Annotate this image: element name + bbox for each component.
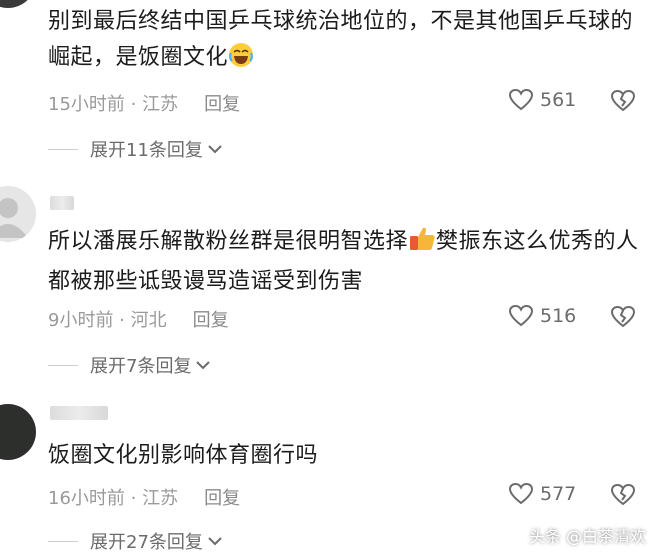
- like-count: 577: [540, 483, 577, 505]
- expand-replies-button[interactable]: 展开11条回复: [48, 136, 223, 162]
- chevron-down-icon: [208, 537, 222, 546]
- timestamp: 9小时前: [48, 310, 114, 331]
- like-button[interactable]: 516: [508, 304, 576, 328]
- dislike-button[interactable]: [610, 483, 636, 511]
- avatar[interactable]: [0, 186, 36, 242]
- expand-replies-button[interactable]: 展开7条回复: [48, 352, 211, 378]
- heart-icon: [508, 304, 534, 327]
- like-button[interactable]: 577: [508, 482, 576, 506]
- heart-icon: [508, 88, 534, 111]
- timestamp: 16小时前: [48, 488, 125, 509]
- comment-text: 所以潘展乐解散粉丝群是很明智选择 樊振东这么优秀的人都被那些诋毁谩骂造谣受到伤害: [48, 224, 643, 300]
- reply-button[interactable]: 回复: [204, 94, 240, 115]
- timestamp: 15小时前: [48, 94, 125, 115]
- comment-meta: 9小时前 · 河北 回复: [48, 310, 229, 331]
- default-avatar-icon: [0, 198, 28, 238]
- comment-meta: 16小时前 · 江苏 回复: [48, 488, 241, 509]
- reply-button[interactable]: 回复: [193, 310, 229, 331]
- like-button[interactable]: 561: [508, 88, 576, 112]
- dislike-button[interactable]: [610, 305, 636, 333]
- expand-replies-button[interactable]: 展开27条回复: [48, 528, 223, 554]
- location: 江苏: [142, 488, 179, 509]
- reply-button[interactable]: 回复: [204, 488, 240, 509]
- comment-meta: 15小时前 · 江苏 回复: [48, 94, 241, 115]
- watermark: 头条 @白茶清欢: [528, 527, 646, 546]
- like-count: 516: [540, 305, 577, 327]
- location: 江苏: [142, 94, 179, 115]
- thumbs-up-icon: [408, 224, 436, 264]
- username-redacted[interactable]: [50, 196, 74, 210]
- location: 河北: [130, 310, 167, 331]
- comment-text: 饭圈文化别影响体育圈行吗: [48, 443, 319, 468]
- broken-heart-icon: [610, 483, 636, 506]
- chevron-down-icon: [196, 361, 211, 370]
- broken-heart-icon: [610, 89, 636, 112]
- expand-replies-label: 展开7条回复: [90, 356, 192, 377]
- like-count: 561: [540, 89, 577, 111]
- dislike-button[interactable]: [610, 89, 636, 117]
- comment-text: 别到最后终结中国乒乓球统治地位的，不是其他国乒乓球的崛起，是饭圈文化: [48, 4, 643, 80]
- broken-heart-icon: [610, 305, 636, 328]
- avatar[interactable]: [0, 404, 36, 460]
- heart-icon: [508, 482, 534, 505]
- username-redacted[interactable]: [50, 406, 108, 420]
- chevron-down-icon: [208, 145, 222, 154]
- laughing-crying-emoji-icon: [228, 42, 254, 80]
- expand-replies-label: 展开11条回复: [90, 140, 203, 161]
- avatar[interactable]: [0, 0, 36, 8]
- expand-replies-label: 展开27条回复: [90, 532, 203, 553]
